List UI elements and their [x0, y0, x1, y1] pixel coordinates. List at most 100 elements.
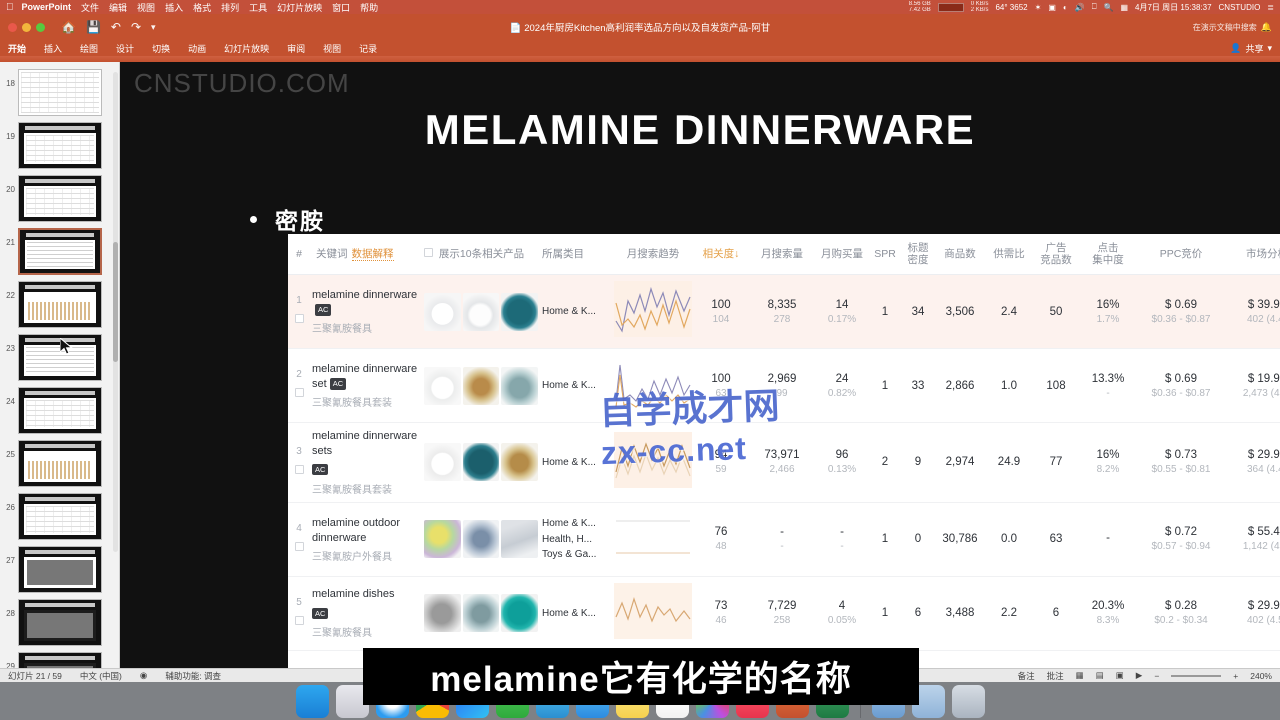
table-row[interactable]: 4 melamine outdoor dinnerware 三聚氰胺户外餐具 H… — [288, 502, 1280, 577]
product-images-cell[interactable] — [422, 422, 540, 503]
thumbnail-preview[interactable] — [18, 69, 102, 116]
bluetooth-icon[interactable]: ✶ — [1035, 3, 1042, 12]
sort-arrow-icon[interactable]: ↓ — [734, 248, 739, 260]
product-image-icon[interactable] — [424, 443, 461, 482]
header-spr[interactable]: SPR — [868, 234, 902, 276]
thumbnail-item[interactable]: 20 — [0, 172, 119, 225]
product-image-icon[interactable] — [501, 292, 539, 331]
thumbnail-preview[interactable] — [18, 281, 102, 328]
thumbnail-scrollbar[interactable] — [113, 72, 118, 552]
redo-icon[interactable]: ↷ — [131, 20, 141, 34]
slide-thumbnail-panel[interactable]: 18 19 20 21 22 23 24 25 26 27 28 29 — [0, 62, 120, 676]
category-cell[interactable]: Home & K... — [540, 576, 612, 651]
table-row[interactable]: 5 melamine dishes AC 三聚氰胺餐具 Home & K... … — [288, 576, 1280, 651]
thumbnail-item[interactable]: 24 — [0, 384, 119, 437]
zoom-out-button[interactable]: − — [1154, 671, 1159, 681]
category-text[interactable]: Health, H... — [542, 532, 610, 548]
keyword-table-screenshot[interactable]: # 关键词 数据解释 展示10条相关产品 所属类目 月搜索趋势 相关度↓ 月搜索… — [288, 234, 1280, 676]
thumbnail-preview[interactable] — [18, 228, 102, 275]
share-button[interactable]: 👤 共享 ▾ — [1230, 42, 1272, 55]
table-row[interactable]: 3 melamine dinnerware sets AC 三聚氰胺餐具套装 H… — [288, 422, 1280, 503]
keyword-text[interactable]: melamine dinnerwareAC — [312, 288, 420, 318]
tab-transitions[interactable]: 切换 — [152, 42, 170, 55]
menu-list-icon[interactable]: ≣ — [1267, 3, 1274, 12]
keyword-cell[interactable]: melamine outdoor dinnerware 三聚氰胺户外餐具 — [310, 502, 422, 577]
controlcenter-icon[interactable]: ▦ — [1120, 3, 1128, 12]
product-images-cell[interactable] — [422, 274, 540, 350]
product-thumbnails[interactable] — [424, 520, 539, 559]
menu-insert[interactable]: 插入 — [165, 1, 183, 14]
thumbnail-item[interactable]: 27 — [0, 543, 119, 596]
keyword-text[interactable]: melamine dishes — [312, 587, 420, 602]
search-icon[interactable]: 🔍 — [1104, 3, 1114, 12]
menu-help[interactable]: 帮助 — [360, 1, 378, 14]
product-image-icon[interactable] — [462, 366, 500, 405]
menu-file[interactable]: 文件 — [81, 1, 99, 14]
accessibility-icon[interactable]: ◉ — [140, 670, 147, 681]
thumbnail-preview[interactable] — [18, 599, 102, 646]
thumbnail-scrollbar-thumb[interactable] — [113, 242, 118, 362]
product-image-icon[interactable] — [462, 594, 500, 633]
menu-edit[interactable]: 编辑 — [109, 1, 127, 14]
notes-button[interactable]: 备注 — [1018, 670, 1035, 682]
product-image-icon[interactable] — [501, 520, 539, 559]
product-image-icon[interactable] — [462, 292, 500, 331]
menu-window[interactable]: 窗口 — [332, 1, 350, 14]
thumbnail-preview[interactable] — [18, 122, 102, 169]
quick-access-toolbar[interactable]: 🏠 💾 ↶ ↷ ▾ — [61, 20, 156, 34]
thumbnail-item[interactable]: 18 — [0, 66, 119, 119]
accessibility-status[interactable]: 辅助功能: 调查 — [165, 670, 221, 682]
home-icon[interactable]: 🏠 — [61, 20, 76, 34]
menu-format[interactable]: 格式 — [193, 1, 211, 14]
thumbnail-item[interactable]: 25 — [0, 437, 119, 490]
header-ppc-bid[interactable]: PPC竞价 — [1136, 234, 1226, 276]
show-related-checkbox[interactable] — [424, 248, 433, 258]
product-thumbnails[interactable] — [424, 366, 539, 405]
keyword-cell[interactable]: melamine dinnerwareAC 三聚氰胺餐具 — [310, 274, 422, 350]
product-images-cell[interactable] — [422, 502, 540, 577]
product-image-icon[interactable] — [501, 443, 539, 482]
header-title-density[interactable]: 标题 密度 — [902, 234, 934, 276]
tab-review[interactable]: 审阅 — [287, 42, 305, 55]
product-image-icon[interactable] — [462, 443, 500, 482]
keyword-text[interactable]: melamine outdoor dinnerware — [312, 516, 420, 546]
trend-cell[interactable] — [612, 576, 694, 651]
tab-insert[interactable]: 插入 — [44, 42, 62, 55]
thumbnail-preview[interactable] — [18, 440, 102, 487]
category-text[interactable]: Home & K... — [542, 378, 610, 394]
keyword-cell[interactable]: melamine dishes AC 三聚氰胺餐具 — [310, 576, 422, 651]
row-checkbox[interactable] — [294, 541, 304, 551]
chevron-down-icon[interactable]: ▾ — [1267, 43, 1272, 54]
zoom-level[interactable]: 240% — [1250, 671, 1272, 681]
header-purchase-volume[interactable]: 月购买量 — [816, 234, 868, 276]
row-checkbox[interactable] — [294, 615, 304, 625]
product-thumbnails[interactable] — [424, 443, 539, 482]
volume-icon[interactable]: 🔊 — [1075, 3, 1085, 12]
menu-arrange[interactable]: 排列 — [221, 1, 239, 14]
thumbnail-preview[interactable] — [18, 546, 102, 593]
ribbon-tabs[interactable]: 开始 插入 绘图 设计 切换 动画 幻灯片放映 审阅 视图 记录 👤 共享 ▾ — [0, 40, 1280, 56]
close-window-button[interactable] — [8, 22, 17, 32]
category-text[interactable]: Home & K... — [542, 606, 610, 622]
header-ad-competitors[interactable]: 广告 竞品数 — [1032, 234, 1080, 276]
normal-view-icon[interactable]: ▦ — [1076, 670, 1084, 681]
tab-draw[interactable]: 绘图 — [80, 42, 98, 55]
product-image-icon[interactable] — [424, 594, 461, 633]
menubar-username[interactable]: CNSTUDIO — [1219, 3, 1261, 12]
cpu-graph-icon[interactable] — [937, 2, 964, 12]
zoom-slider[interactable] — [1171, 674, 1222, 677]
header-category[interactable]: 所属类目 — [540, 234, 612, 276]
row-checkbox[interactable] — [294, 464, 304, 474]
temperature-indicator[interactable]: 64° 3652 — [995, 3, 1027, 12]
display-icon[interactable]: ▣ — [1048, 3, 1056, 12]
data-explain-link[interactable]: 数据解释 — [351, 248, 394, 262]
category-text[interactable]: Home & K... — [542, 516, 610, 532]
maximize-window-button[interactable] — [36, 22, 45, 32]
share-area[interactable]: 在演示文稿中搜索 🔔 — [1193, 22, 1272, 33]
trend-cell[interactable] — [612, 422, 694, 503]
sorter-view-icon[interactable]: ▤ — [1096, 670, 1104, 681]
slideshow-icon[interactable]: ▶ — [1136, 670, 1143, 681]
trash-icon[interactable] — [951, 685, 985, 718]
header-product-count[interactable]: 商品数 — [934, 234, 986, 276]
tab-design[interactable]: 设计 — [116, 42, 134, 55]
